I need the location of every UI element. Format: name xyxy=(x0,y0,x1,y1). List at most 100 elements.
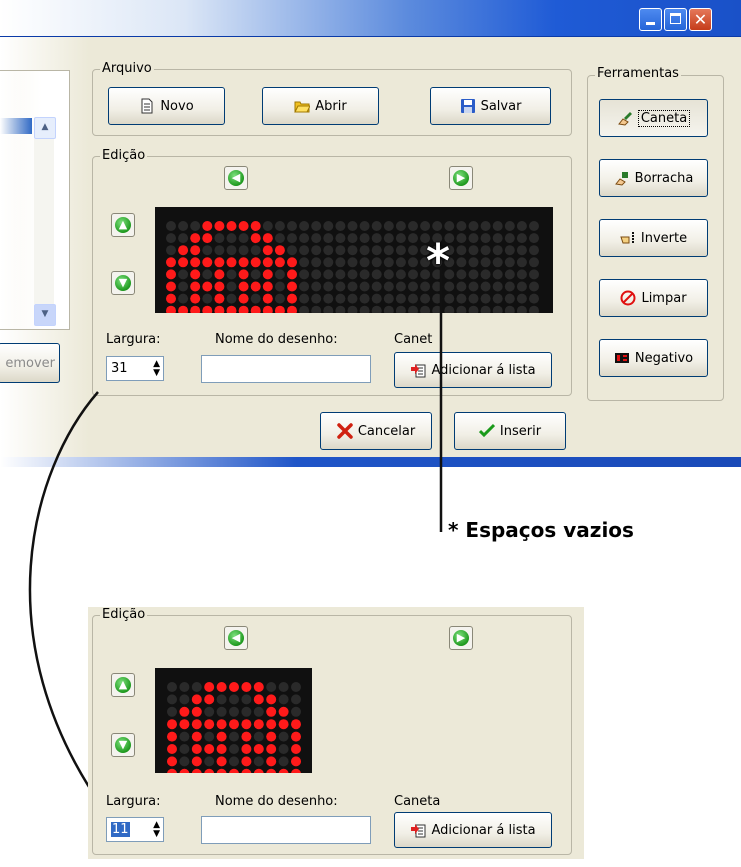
led-pixel-off[interactable] xyxy=(278,694,289,705)
led-pixel-on[interactable] xyxy=(278,719,289,730)
led-pixel-on[interactable] xyxy=(191,706,202,717)
led-pixel-off[interactable] xyxy=(253,706,264,717)
led-pixel-on[interactable] xyxy=(216,731,227,742)
led-pixel-on[interactable] xyxy=(191,768,202,773)
led-pixel-off[interactable] xyxy=(278,744,289,754)
led-pixel-off[interactable] xyxy=(216,706,227,717)
led-pixel-on[interactable] xyxy=(253,682,264,692)
led-pixel-on[interactable] xyxy=(191,694,202,705)
detail-largura-spinner[interactable]: 11 ▲ ▼ xyxy=(106,817,164,842)
led-pixel-off[interactable] xyxy=(204,731,215,742)
led-pixel-on[interactable] xyxy=(253,694,264,705)
led-pixel-on[interactable] xyxy=(204,694,215,705)
led-pixel-on[interactable] xyxy=(229,768,239,773)
detail-shift-down-button[interactable]: ▼ xyxy=(111,733,135,757)
led-pixel-off[interactable] xyxy=(167,694,177,705)
detail-nome-desenho-input[interactable] xyxy=(201,816,371,844)
led-pixel-on[interactable] xyxy=(266,719,277,730)
detail-shift-right-button[interactable]: ▶ xyxy=(449,626,473,650)
led-pixel-off[interactable] xyxy=(167,682,177,692)
led-pixel-on[interactable] xyxy=(266,744,277,754)
led-pixel-on[interactable] xyxy=(204,744,215,754)
led-pixel-on[interactable] xyxy=(241,744,252,754)
led-pixel-on[interactable] xyxy=(191,731,202,742)
led-pixel-on[interactable] xyxy=(167,756,177,767)
led-pixel-off[interactable] xyxy=(229,694,239,705)
detail-shift-up-button[interactable]: ▲ xyxy=(111,673,135,697)
led-pixel-on[interactable] xyxy=(266,706,277,717)
led-pixel-on[interactable] xyxy=(266,768,277,773)
spin-arrows-icon[interactable]: ▲ ▼ xyxy=(153,820,160,839)
led-pixel-on[interactable] xyxy=(204,682,215,692)
led-pixel-off[interactable] xyxy=(291,682,301,692)
led-pixel-off[interactable] xyxy=(266,682,277,692)
led-pixel-off[interactable] xyxy=(278,731,289,742)
led-pixel-on[interactable] xyxy=(167,731,177,742)
led-pixel-on[interactable] xyxy=(291,768,301,773)
led-pixel-off[interactable] xyxy=(204,706,215,717)
led-pixel-on[interactable] xyxy=(253,744,264,754)
led-pixel-off[interactable] xyxy=(179,694,190,705)
led-pixel-on[interactable] xyxy=(216,719,227,730)
led-pixel-on[interactable] xyxy=(241,682,252,692)
led-pixel-on[interactable] xyxy=(241,768,252,773)
add-to-list-icon xyxy=(411,824,426,838)
led-pixel-on[interactable] xyxy=(241,731,252,742)
led-pixel-on[interactable] xyxy=(191,744,202,754)
led-pixel-off[interactable] xyxy=(179,756,190,767)
led-pixel-on[interactable] xyxy=(179,719,190,730)
led-pixel-off[interactable] xyxy=(253,731,264,742)
led-pixel-on[interactable] xyxy=(266,731,277,742)
led-pixel-off[interactable] xyxy=(229,706,239,717)
led-pixel-off[interactable] xyxy=(179,731,190,742)
led-pixel-off[interactable] xyxy=(216,694,227,705)
led-pixel-on[interactable] xyxy=(216,768,227,773)
led-pixel-on[interactable] xyxy=(253,719,264,730)
led-pixel-on[interactable] xyxy=(241,756,252,767)
led-pixel-off[interactable] xyxy=(204,756,215,767)
led-pixel-on[interactable] xyxy=(291,744,301,754)
led-pixel-on[interactable] xyxy=(291,719,301,730)
led-pixel-on[interactable] xyxy=(204,768,215,773)
led-pixel-off[interactable] xyxy=(229,731,239,742)
detail-shift-left-button[interactable]: ◀ xyxy=(224,626,248,650)
led-pixel-on[interactable] xyxy=(191,756,202,767)
led-pixel-off[interactable] xyxy=(179,682,190,692)
led-pixel-off[interactable] xyxy=(253,756,264,767)
led-pixel-off[interactable] xyxy=(191,682,202,692)
led-pixel-on[interactable] xyxy=(167,744,177,754)
led-pixel-on[interactable] xyxy=(291,756,301,767)
led-pixel-on[interactable] xyxy=(191,719,202,730)
led-pixel-on[interactable] xyxy=(253,768,264,773)
led-pixel-off[interactable] xyxy=(241,694,252,705)
led-pixel-on[interactable] xyxy=(216,744,227,754)
led-pixel-on[interactable] xyxy=(266,694,277,705)
led-matrix-display-detail[interactable] xyxy=(155,668,312,773)
led-pixel-off[interactable] xyxy=(278,682,289,692)
led-pixel-off[interactable] xyxy=(229,744,239,754)
led-pixel-on[interactable] xyxy=(266,756,277,767)
led-pixel-on[interactable] xyxy=(179,768,190,773)
detail-largura-value[interactable]: 11 xyxy=(111,822,130,837)
detail-adicionar-lista-button[interactable]: Adicionar á lista xyxy=(394,812,552,848)
led-pixel-off[interactable] xyxy=(278,756,289,767)
led-pixel-off[interactable] xyxy=(291,706,301,717)
led-pixel-off[interactable] xyxy=(291,694,301,705)
led-pixel-on[interactable] xyxy=(278,768,289,773)
led-pixel-off[interactable] xyxy=(229,756,239,767)
detail-nome-desenho-label: Nome do desenho: xyxy=(215,794,338,809)
led-pixel-on[interactable] xyxy=(216,756,227,767)
led-pixel-off[interactable] xyxy=(241,706,252,717)
led-pixel-off[interactable] xyxy=(167,706,177,717)
led-pixel-on[interactable] xyxy=(167,719,177,730)
led-pixel-on[interactable] xyxy=(291,731,301,742)
led-pixel-on[interactable] xyxy=(241,719,252,730)
led-pixel-on[interactable] xyxy=(179,706,190,717)
led-pixel-on[interactable] xyxy=(229,682,239,692)
led-pixel-on[interactable] xyxy=(229,719,239,730)
led-pixel-off[interactable] xyxy=(179,744,190,754)
led-pixel-on[interactable] xyxy=(278,706,289,717)
led-pixel-on[interactable] xyxy=(167,768,177,773)
led-pixel-on[interactable] xyxy=(216,682,227,692)
led-pixel-on[interactable] xyxy=(204,719,215,730)
